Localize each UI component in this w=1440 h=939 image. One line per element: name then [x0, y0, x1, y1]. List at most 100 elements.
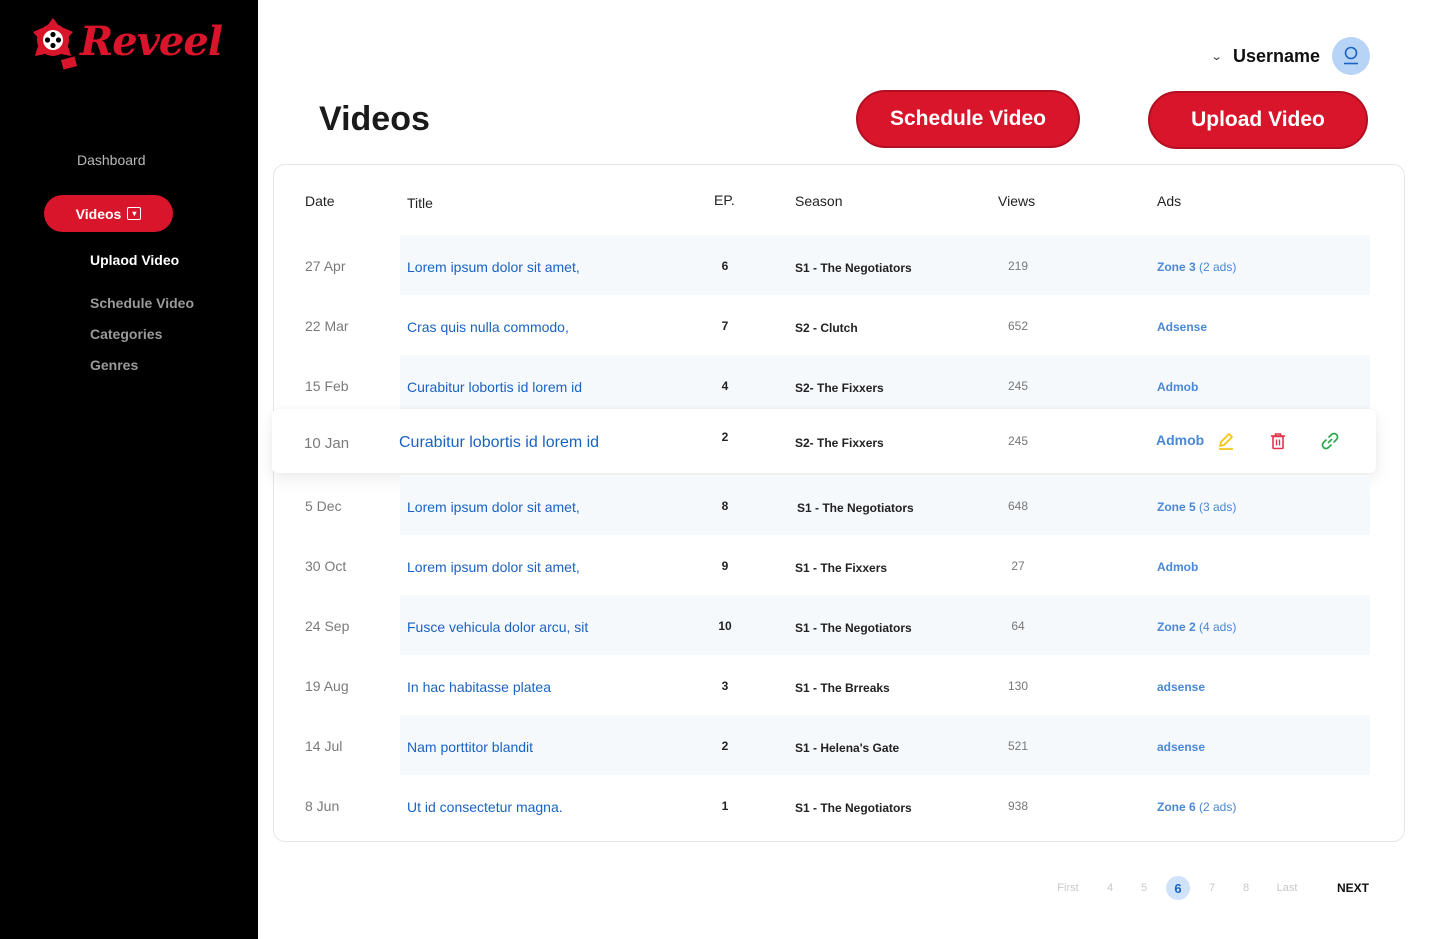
- schedule-video-button[interactable]: Schedule Video: [856, 90, 1080, 148]
- row-date: 5 Dec: [305, 498, 342, 514]
- row-episode: 8: [721, 499, 729, 513]
- link-icon[interactable]: [1320, 431, 1340, 451]
- nav-genres[interactable]: Genres: [90, 357, 138, 373]
- row-date: 27 Apr: [305, 258, 346, 274]
- user-icon: [1344, 46, 1358, 65]
- row-season: S1 - The Brreaks: [795, 681, 890, 695]
- table-row[interactable]: 5 Dec Lorem ipsum dolor sit amet, 8 S1 -…: [273, 475, 1405, 535]
- row-date: 24 Sep: [305, 618, 350, 634]
- row-ads-zone: adsense: [1157, 680, 1206, 694]
- row-title-link[interactable]: In hac habitasse platea: [407, 679, 551, 695]
- row-episode: 1: [721, 799, 729, 813]
- row-views: 64: [1011, 619, 1025, 633]
- row-title-link[interactable]: Curabitur lobortis id lorem id: [399, 434, 599, 452]
- row-views: 521: [1007, 739, 1029, 753]
- row-episode: 3: [721, 679, 729, 693]
- row-title-link[interactable]: Lorem ipsum dolor sit amet,: [407, 559, 580, 575]
- pagination-page[interactable]: 4: [1100, 876, 1120, 900]
- row-ads-link[interactable]: Admob: [1156, 432, 1204, 448]
- row-ads-zone: Zone 2: [1157, 620, 1196, 634]
- row-episode: 10: [718, 619, 732, 633]
- table-row[interactable]: 30 Oct Lorem ipsum dolor sit amet, 9 S1 …: [273, 535, 1405, 595]
- col-header-ep[interactable]: EP.: [714, 192, 735, 208]
- pagination-page[interactable]: 8: [1236, 876, 1256, 900]
- row-season: S2- The Fixxers: [795, 381, 884, 395]
- trash-icon[interactable]: [1268, 431, 1288, 451]
- row-ads-link[interactable]: Zone 3 (2 ads): [1157, 260, 1236, 274]
- pagination-last[interactable]: Last: [1272, 876, 1302, 900]
- row-season: S1 - The Negotiators: [795, 261, 912, 275]
- table-row[interactable]: 19 Aug In hac habitasse platea 3 S1 - Th…: [273, 655, 1405, 715]
- row-ads-link[interactable]: Admob: [1157, 380, 1198, 394]
- row-views: 27: [1011, 559, 1025, 573]
- row-episode: 7: [721, 319, 729, 333]
- row-season: S1 - The Negotiators: [795, 801, 912, 815]
- col-header-title[interactable]: Title: [407, 195, 433, 211]
- sidebar: Reveel Dashboard Videos ▾ Uplaod Video S…: [0, 0, 258, 939]
- pagination-page[interactable]: 7: [1202, 876, 1222, 900]
- row-ads-zone: Zone 3: [1157, 260, 1196, 274]
- row-episode: 2: [721, 739, 729, 753]
- row-ads-link[interactable]: Zone 6 (2 ads): [1157, 800, 1236, 814]
- row-ads-link[interactable]: adsense: [1157, 680, 1205, 694]
- col-header-views[interactable]: Views: [998, 193, 1035, 209]
- pagination-first[interactable]: First: [1052, 876, 1084, 900]
- row-ads-link[interactable]: Adsense: [1157, 320, 1207, 334]
- row-views: 219: [1007, 259, 1029, 273]
- row-episode: 6: [721, 259, 729, 273]
- row-title-link[interactable]: Ut id consectetur magna.: [407, 799, 563, 815]
- row-date: 30 Oct: [305, 558, 347, 574]
- table-row[interactable]: 15 Feb Curabitur lobortis id lorem id 4 …: [273, 355, 1405, 415]
- nav-videos[interactable]: Videos ▾: [44, 195, 173, 232]
- brand-name: Reveel: [80, 18, 223, 65]
- row-ads-zone: Admob: [1156, 432, 1205, 448]
- table-row[interactable]: 24 Sep Fusce vehicula dolor arcu, sit 10…: [273, 595, 1405, 655]
- row-season: S1 - Helena's Gate: [795, 741, 900, 755]
- row-views: 245: [1007, 379, 1029, 393]
- avatar[interactable]: [1332, 37, 1370, 75]
- row-date: 19 Aug: [305, 678, 349, 694]
- table-row[interactable]: 27 Apr Lorem ipsum dolor sit amet, 6 S1 …: [273, 235, 1405, 295]
- row-ads-link[interactable]: Zone 5 (3 ads): [1157, 500, 1236, 514]
- page-title: Videos: [319, 100, 430, 138]
- pagination-current-page[interactable]: 6: [1166, 876, 1190, 900]
- row-ads-zone: Zone 5: [1157, 500, 1196, 514]
- col-header-ads[interactable]: Ads: [1157, 193, 1181, 209]
- nav-categories[interactable]: Categories: [90, 326, 162, 342]
- col-header-date[interactable]: Date: [305, 193, 335, 209]
- row-ads-link[interactable]: Admob: [1157, 560, 1198, 574]
- pagination-page[interactable]: 5: [1134, 876, 1154, 900]
- row-title-link[interactable]: Fusce vehicula dolor arcu, sit: [407, 619, 588, 635]
- row-title-link[interactable]: Nam porttitor blandit: [407, 739, 533, 755]
- nav-videos-label: Videos: [75, 205, 122, 222]
- nav-dashboard[interactable]: Dashboard: [77, 152, 146, 168]
- film-reel-icon: [33, 18, 78, 70]
- row-ads-count: (4 ads): [1195, 620, 1237, 634]
- upload-video-button[interactable]: Upload Video: [1148, 91, 1368, 149]
- row-ads-zone: Adsense: [1157, 320, 1208, 334]
- row-ads-link[interactable]: Zone 2 (4 ads): [1157, 620, 1236, 634]
- row-ads-link[interactable]: adsense: [1157, 740, 1205, 754]
- nav-schedule-video[interactable]: Schedule Video: [90, 295, 194, 311]
- user-menu[interactable]: ⌄ Username: [1210, 37, 1370, 75]
- chevron-down-icon[interactable]: ⌄: [1210, 50, 1222, 63]
- col-header-season[interactable]: Season: [795, 193, 842, 209]
- row-ads-zone: Admob: [1157, 380, 1199, 394]
- username[interactable]: Username: [1233, 46, 1320, 67]
- pencil-icon[interactable]: [1216, 431, 1236, 451]
- table-row[interactable]: 8 Jun Ut id consectetur magna. 1 S1 - Th…: [273, 775, 1405, 835]
- row-views: 130: [1007, 679, 1029, 693]
- row-ads-count: (2 ads): [1195, 800, 1237, 814]
- nav-upload-video[interactable]: Uplaod Video: [90, 252, 179, 268]
- row-title-link[interactable]: Curabitur lobortis id lorem id: [407, 379, 582, 395]
- row-title-link[interactable]: Lorem ipsum dolor sit amet,: [407, 499, 580, 515]
- pagination-next-button[interactable]: NEXT: [1334, 876, 1372, 900]
- row-title-link[interactable]: Cras quis nulla commodo,: [407, 319, 569, 335]
- table-row-hovered[interactable]: 10 Jan Curabitur lobortis id lorem id 2 …: [272, 409, 1376, 473]
- row-ads-zone: adsense: [1157, 740, 1206, 754]
- table-row[interactable]: 14 Jul Nam porttitor blandit 2 S1 - Hele…: [273, 715, 1405, 775]
- table-row[interactable]: 22 Mar Cras quis nulla commodo, 7 S2 - C…: [273, 295, 1405, 355]
- row-title-link[interactable]: Lorem ipsum dolor sit amet,: [407, 259, 580, 275]
- reveel-logo[interactable]: Reveel: [28, 14, 223, 80]
- row-episode: 2: [721, 430, 729, 444]
